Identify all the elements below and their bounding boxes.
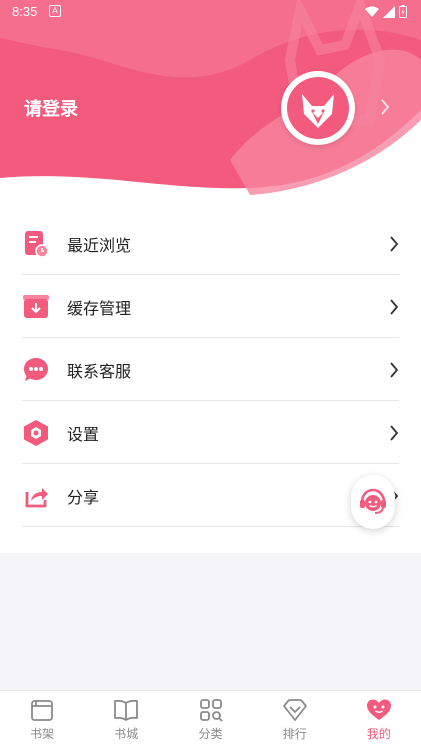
signal-icon [383,5,395,18]
cache-download-icon [22,293,50,321]
share-icon [22,482,50,510]
menu-label-cache: 缓存管理 [67,298,132,318]
status-icons [365,5,407,18]
customer-service-button[interactable] [351,475,395,529]
status-time: 8:35 [12,4,38,19]
tab-ranking[interactable]: 排行 [253,691,337,748]
fox-logo-icon [287,77,349,139]
chevron-right-icon [390,235,399,252]
status-bar: 8:35 A [0,0,421,24]
chevron-right-icon[interactable] [380,98,390,116]
tab-category[interactable]: 分类 [168,691,252,748]
menu-item-cache[interactable]: 缓存管理 [22,276,399,338]
wifi-icon [365,6,379,17]
menu-item-share[interactable]: 分享 [22,465,399,527]
chevron-right-icon [390,298,399,315]
chevron-right-icon [390,424,399,441]
menu-item-support[interactable]: 联系客服 [22,339,399,401]
menu-label-recent: 最近浏览 [67,235,132,255]
open-book-icon [114,699,139,721]
chevron-right-icon [390,361,399,378]
tab-profile[interactable]: 我的 [337,691,421,748]
battery-icon [399,5,407,18]
tab-label-category: 分类 [198,727,223,741]
tab-bookstore[interactable]: 书城 [84,691,168,748]
notification-icon: A [49,5,61,17]
menu-label-settings: 设置 [67,424,100,444]
menu-label-support: 联系客服 [67,361,132,381]
category-grid-icon [199,699,223,722]
tab-bookshelf[interactable]: 书架 [0,691,84,748]
menu-item-recent[interactable]: 最近浏览 [22,213,399,275]
tab-label-ranking: 排行 [282,727,307,741]
headset-support-icon [360,488,386,514]
profile-heart-icon [366,699,391,720]
ranking-diamond-icon [282,699,307,721]
tab-label-bookshelf: 书架 [30,727,55,741]
tab-label-bookstore: 书城 [114,727,139,741]
menu-label-share: 分享 [67,487,100,507]
recent-history-icon [22,230,50,258]
bookshelf-icon [31,700,53,721]
chat-bubble-icon [22,356,50,384]
menu-item-settings[interactable]: 设置 [22,402,399,464]
bottom-tab-bar: 书架 书城 分类 排行 我的 [0,690,421,748]
avatar[interactable] [281,71,355,145]
login-prompt[interactable]: 请登录 [24,95,78,121]
settings-hexagon-icon [22,419,50,447]
tab-label-profile: 我的 [366,727,391,741]
profile-header[interactable]: 请登录 [0,0,421,205]
